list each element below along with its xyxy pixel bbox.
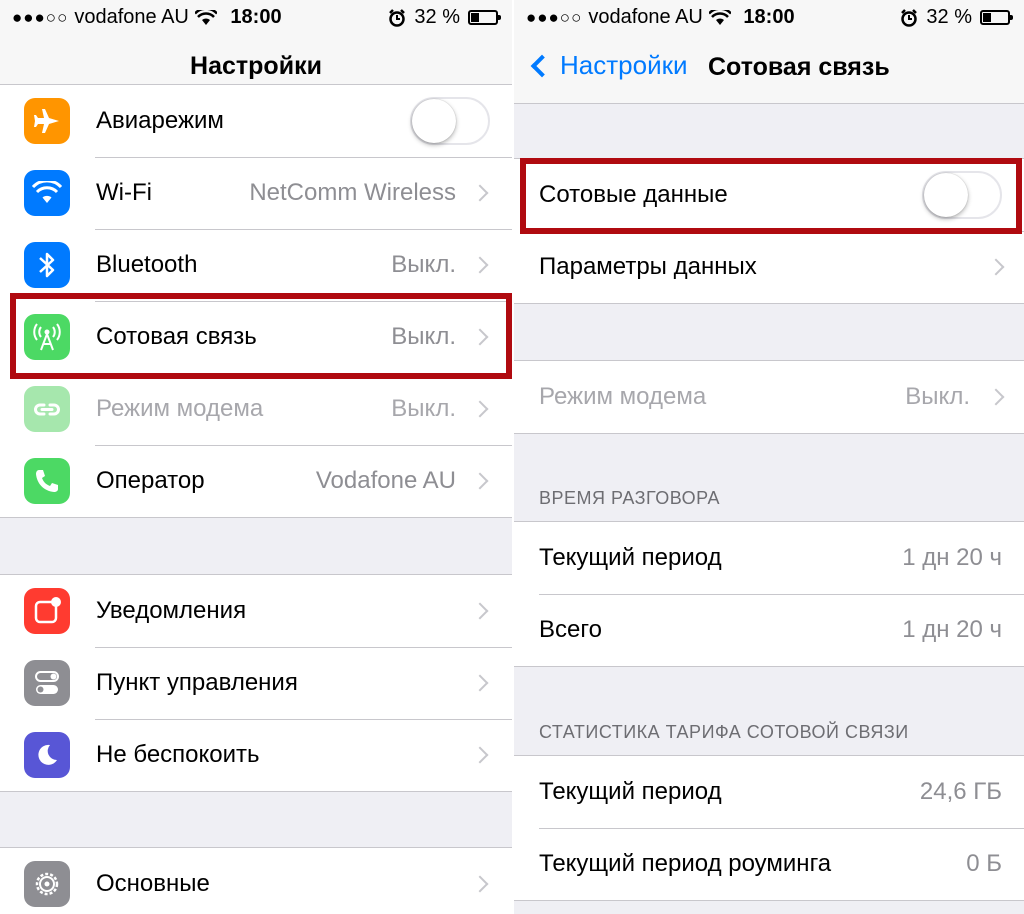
control-center-icon	[24, 660, 70, 706]
settings-row-airplane[interactable]: Авиарежим	[0, 85, 512, 157]
hotspot-chain-icon	[24, 386, 70, 432]
call-time-total-value: 1 дн 20 ч	[902, 616, 1002, 643]
wifi-network-name: NetComm Wireless	[249, 179, 456, 206]
carrier-value: Vodafone AU	[315, 467, 456, 494]
wifi-icon	[24, 170, 70, 216]
call-time-current-row: Текущий период 1 дн 20 ч	[514, 522, 1024, 594]
chevron-left-icon	[530, 54, 554, 77]
phone-icon	[24, 458, 70, 504]
settings-row-label: Авиарежим	[96, 107, 224, 134]
settings-row-do-not-disturb[interactable]: Не беспокоить	[0, 719, 512, 791]
chevron-right-icon	[471, 746, 489, 764]
hotspot-status: Выкл.	[391, 395, 456, 422]
status-bar: ●●●○○ vodafone AU 18:00 32 %	[514, 0, 1024, 34]
chevron-right-icon	[987, 258, 1005, 276]
settings-row-wifi[interactable]: Wi-Fi NetComm Wireless	[0, 157, 512, 229]
usage-header: СТАТИСТИКА ТАРИФА СОТОВОЙ СВЯЗИ	[539, 722, 909, 742]
battery-icon	[980, 10, 1013, 25]
cellular-data-highlight-box	[520, 158, 1022, 234]
cellular-highlight-box	[10, 293, 512, 379]
data-options-label: Параметры данных	[539, 253, 757, 280]
status-right: 32 %	[900, 6, 1013, 29]
alarm-icon	[389, 8, 406, 27]
settings-row-label: Пункт управления	[96, 669, 298, 696]
airplane-icon	[24, 98, 70, 144]
data-options-row[interactable]: Параметры данных	[514, 231, 1024, 303]
notifications-icon	[24, 588, 70, 634]
settings-row-label: Wi-Fi	[96, 179, 152, 206]
general-group: Основные	[0, 847, 512, 914]
cellular-screen: ●●●○○ vodafone AU 18:00 32 % Настройки С…	[514, 0, 1024, 914]
call-time-header: ВРЕМЯ РАЗГОВОРА	[539, 488, 720, 508]
battery-icon	[468, 10, 501, 25]
call-time-current-value: 1 дн 20 ч	[902, 544, 1002, 571]
back-label: Настройки	[560, 50, 688, 80]
bluetooth-icon	[24, 242, 70, 288]
settings-row-label: Уведомления	[96, 597, 247, 624]
moon-icon	[24, 732, 70, 778]
battery-percent: 32 %	[926, 6, 972, 28]
chevron-right-icon	[471, 472, 489, 490]
settings-row-hotspot[interactable]: Режим модема Выкл.	[0, 373, 512, 445]
usage-roaming-row: Текущий период роуминга 0 Б	[514, 828, 1024, 900]
settings-row-label: Не беспокоить	[96, 741, 260, 768]
usage-current-label: Текущий период	[539, 778, 722, 805]
chevron-right-icon	[471, 400, 489, 418]
settings-row-carrier[interactable]: Оператор Vodafone AU	[0, 445, 512, 517]
settings-row-label: Основные	[96, 870, 210, 897]
settings-row-bluetooth[interactable]: Bluetooth Выкл.	[0, 229, 512, 301]
nav-bar: Настройки Сотовая связь	[514, 34, 1024, 104]
chevron-right-icon	[471, 875, 489, 893]
hotspot-row[interactable]: Режим модема Выкл.	[514, 361, 1024, 433]
settings-row-general[interactable]: Основные	[0, 848, 512, 914]
call-time-total-label: Всего	[539, 616, 602, 643]
usage-current-row: Текущий период 24,6 ГБ	[514, 756, 1024, 828]
chevron-right-icon	[987, 388, 1005, 406]
usage-group: Текущий период 24,6 ГБ Текущий период ро…	[514, 755, 1024, 901]
settings-row-control-center[interactable]: Пункт управления	[0, 647, 512, 719]
hotspot-status: Выкл.	[905, 383, 970, 410]
back-button[interactable]: Настройки	[526, 50, 688, 81]
settings-row-notifications[interactable]: Уведомления	[0, 575, 512, 647]
usage-roaming-label: Текущий период роуминга	[539, 850, 832, 877]
usage-current-value: 24,6 ГБ	[919, 778, 1002, 805]
notifications-group: Уведомления Пункт управления Не беспокои…	[0, 574, 512, 792]
status-right: 32 %	[388, 6, 501, 29]
hotspot-group: Режим модема Выкл.	[514, 360, 1024, 434]
call-time-total-row: Всего 1 дн 20 ч	[514, 594, 1024, 666]
battery-percent: 32 %	[414, 6, 460, 28]
settings-screen: ●●●○○ vodafone AU 18:00 32 % Настройки А…	[0, 0, 512, 914]
call-time-current-label: Текущий период	[539, 544, 722, 571]
alarm-icon	[901, 8, 918, 27]
gear-icon	[24, 861, 70, 907]
chevron-right-icon	[471, 256, 489, 274]
airplane-toggle[interactable]	[410, 97, 490, 145]
chevron-right-icon	[471, 674, 489, 692]
settings-row-label: Режим модема	[96, 395, 264, 422]
bluetooth-status: Выкл.	[391, 251, 456, 278]
chevron-right-icon	[471, 602, 489, 620]
page-title: Настройки	[190, 52, 322, 80]
settings-row-label: Оператор	[96, 467, 205, 494]
settings-row-label: Bluetooth	[96, 251, 198, 278]
call-time-group: Текущий период 1 дн 20 ч Всего 1 дн 20 ч	[514, 521, 1024, 667]
chevron-right-icon	[471, 184, 489, 202]
status-bar: ●●●○○ vodafone AU 18:00 32 %	[0, 0, 512, 34]
hotspot-label: Режим модема	[539, 383, 707, 410]
usage-roaming-value: 0 Б	[966, 850, 1002, 877]
page-title: Сотовая связь	[708, 53, 890, 81]
